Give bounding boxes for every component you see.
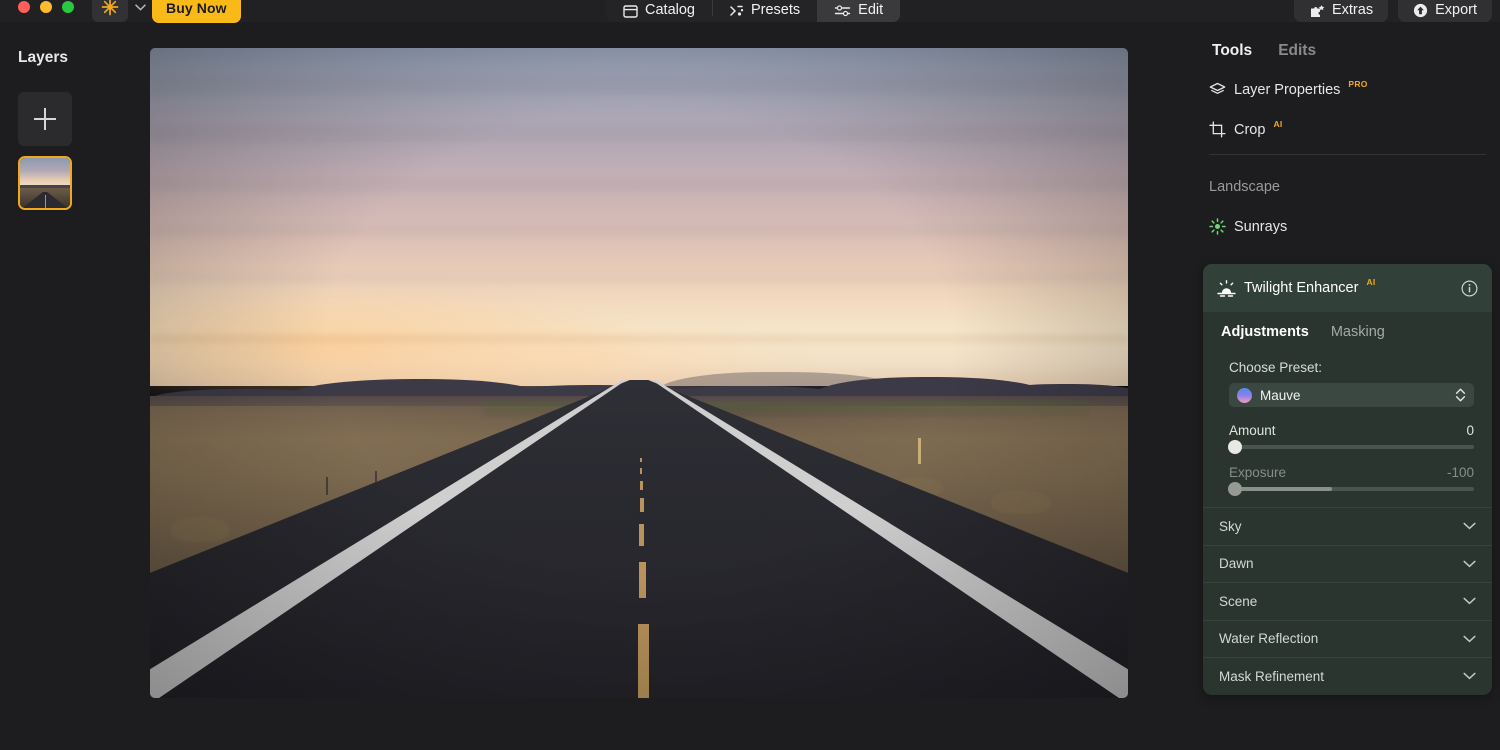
layers-icon — [1209, 82, 1226, 98]
tools-divider — [1209, 154, 1486, 155]
exposure-slider-row: Exposure -100 — [1229, 465, 1474, 480]
preset-select-value: Mauve — [1260, 387, 1301, 403]
puzzle-icon — [1309, 4, 1325, 18]
preset-select[interactable]: Mauve — [1229, 383, 1474, 407]
tab-adjustments[interactable]: Adjustments — [1221, 324, 1309, 340]
tool-crop-label: Crop — [1234, 121, 1266, 138]
tools-panel: Tools Edits Layer Properties PRO Crop AI… — [1195, 22, 1500, 750]
amount-label: Amount — [1229, 423, 1276, 438]
layer-thumbnail-item[interactable] — [18, 156, 72, 210]
sunrise-icon — [1217, 279, 1236, 297]
tab-edit-label: Edit — [858, 2, 884, 18]
section-mask-refinement[interactable]: Mask Refinement — [1203, 657, 1492, 695]
section-dawn[interactable]: Dawn — [1203, 544, 1492, 583]
center-dashed-line — [150, 380, 1128, 698]
photo-road-at-sunset — [150, 48, 1128, 698]
chevron-down-icon — [1463, 522, 1476, 530]
sunburst-icon — [101, 0, 119, 16]
ai-badge: AI — [1273, 118, 1283, 129]
tab-presets[interactable]: Presets — [711, 0, 817, 22]
ai-badge: AI — [1366, 277, 1376, 287]
choose-preset-label: Choose Preset: — [1229, 360, 1323, 375]
image-canvas[interactable] — [150, 48, 1128, 698]
main-nav-tabs: Catalog Presets Edit — [606, 0, 901, 22]
export-button-label: Export — [1435, 2, 1477, 18]
adjustments-body: Choose Preset: Mauve Amount 0 Exposure -… — [1203, 346, 1492, 507]
tool-layer-properties[interactable]: Layer Properties PRO — [1209, 79, 1368, 98]
section-sky[interactable]: Sky — [1203, 507, 1492, 545]
section-dawn-label: Dawn — [1219, 556, 1254, 572]
add-layer-button[interactable] — [18, 92, 72, 146]
amount-slider-row: Amount 0 — [1229, 423, 1474, 438]
amount-slider-track[interactable] — [1228, 440, 1474, 454]
tools-panel-tabs: Tools Edits — [1212, 42, 1316, 60]
tab-tools[interactable]: Tools — [1212, 42, 1252, 60]
tab-presets-label: Presets — [750, 2, 801, 18]
catalog-icon — [623, 4, 638, 18]
buy-now-button[interactable]: Buy Now — [152, 0, 241, 23]
extras-button[interactable]: Extras — [1293, 0, 1389, 22]
exposure-label: Exposure — [1229, 465, 1287, 480]
tab-edit[interactable]: Edit — [817, 0, 901, 22]
layers-panel: Layers — [0, 22, 148, 750]
plus-icon — [34, 108, 56, 130]
chevron-down-icon — [1463, 597, 1476, 605]
exposure-slider-track[interactable] — [1228, 482, 1474, 496]
minimize-window-button[interactable] — [40, 1, 52, 13]
crop-icon — [1209, 121, 1226, 138]
chevron-updown-icon — [1455, 387, 1466, 403]
tab-catalog-label: Catalog — [645, 2, 695, 18]
info-icon[interactable] — [1461, 279, 1478, 297]
chevron-down-icon — [1463, 635, 1476, 643]
tab-edits[interactable]: Edits — [1278, 42, 1316, 60]
amount-value: 0 — [1466, 423, 1474, 438]
window-controls — [18, 1, 74, 13]
tool-layer-properties-label: Layer Properties — [1234, 82, 1341, 98]
section-water-reflection[interactable]: Water Reflection — [1203, 619, 1492, 658]
exposure-slider-fill — [1229, 487, 1332, 491]
layer-thumbnail-image — [20, 158, 70, 208]
zoom-window-button[interactable] — [62, 1, 74, 13]
sliders-icon — [834, 4, 851, 18]
section-scene-label: Scene — [1219, 593, 1258, 609]
filter-sub-tabs: Adjustments Masking — [1203, 312, 1492, 346]
tab-masking[interactable]: Masking — [1331, 324, 1385, 340]
title-bar: Buy Now Catalog Presets Edit Extras Expo… — [0, 0, 1500, 23]
pro-badge: PRO — [1348, 79, 1368, 89]
tab-catalog[interactable]: Catalog — [606, 0, 712, 22]
sunrays-icon — [1209, 218, 1226, 235]
extras-button-label: Extras — [1331, 2, 1374, 18]
section-scene[interactable]: Scene — [1203, 582, 1492, 620]
chevron-down-icon — [134, 3, 146, 11]
road-region — [150, 379, 1128, 698]
sun-dropdown-button[interactable] — [132, 0, 148, 14]
section-label-landscape: Landscape — [1209, 179, 1280, 195]
close-window-button[interactable] — [18, 1, 30, 13]
toolbar-right-buttons: Extras Export — [1293, 0, 1492, 22]
tool-sunrays[interactable]: Sunrays — [1209, 218, 1287, 235]
layers-panel-title: Layers — [18, 49, 68, 66]
preset-color-swatch — [1237, 387, 1252, 403]
twilight-enhancer-panel: Twilight Enhancer AI Adjustments Masking… — [1203, 264, 1492, 695]
export-button[interactable]: Export — [1398, 0, 1492, 22]
export-icon — [1413, 3, 1428, 18]
exposure-value: -100 — [1446, 465, 1474, 480]
section-water-reflection-label: Water Reflection — [1219, 631, 1319, 647]
exposure-slider-thumb[interactable] — [1228, 482, 1242, 496]
section-sky-label: Sky — [1219, 518, 1242, 534]
app-window: Buy Now Catalog Presets Edit Extras Expo… — [0, 0, 1500, 750]
tool-crop[interactable]: Crop AI — [1209, 118, 1283, 138]
chevron-down-icon — [1463, 672, 1476, 680]
chevron-down-icon — [1463, 560, 1476, 568]
twilight-enhancer-title: Twilight Enhancer — [1244, 280, 1359, 296]
section-mask-refinement-label: Mask Refinement — [1219, 668, 1325, 684]
tool-sunrays-label: Sunrays — [1234, 218, 1288, 235]
sunburst-icon-button[interactable] — [92, 0, 128, 22]
amount-slider-thumb[interactable] — [1228, 440, 1242, 454]
presets-icon — [729, 4, 744, 18]
twilight-enhancer-header[interactable]: Twilight Enhancer AI — [1203, 264, 1492, 312]
